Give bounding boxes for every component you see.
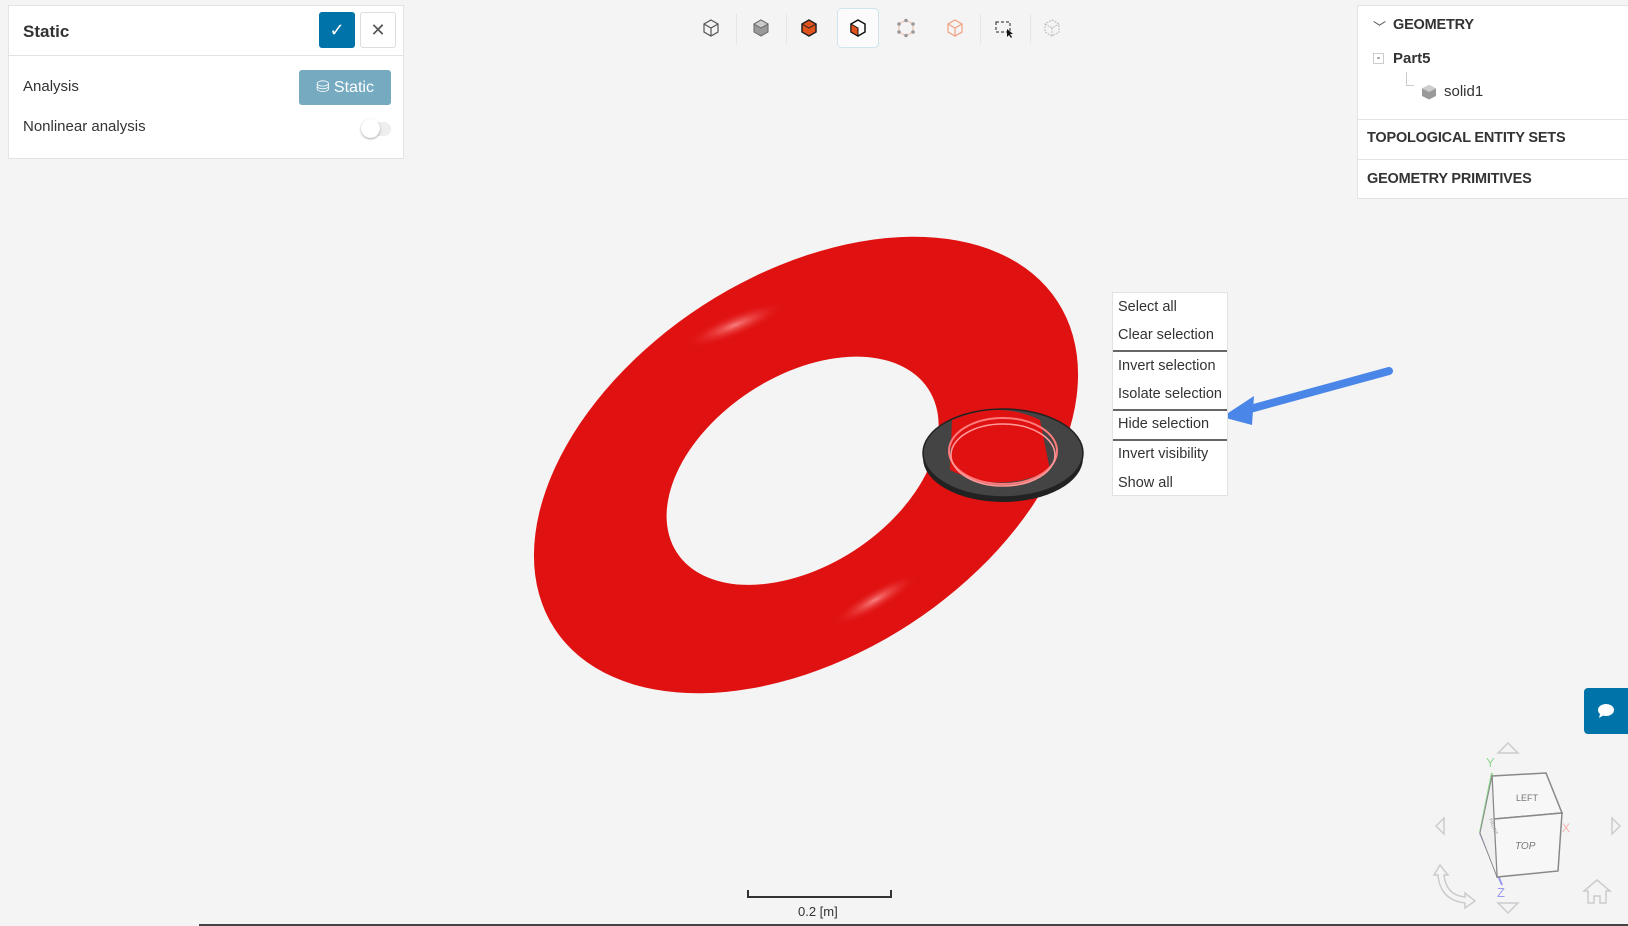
scale-bar-label: 0.2 [m] <box>798 904 838 919</box>
box-select-icon[interactable] <box>983 8 1025 48</box>
cube-hidden-icon[interactable] <box>1031 8 1073 48</box>
nonlinear-toggle[interactable] <box>361 119 391 138</box>
menu-item-show-all[interactable]: Show all <box>1118 475 1173 491</box>
menu-item-invert-selection[interactable]: Invert selection <box>1118 358 1216 374</box>
panel-title: Static <box>23 22 70 41</box>
collapse-toggle[interactable]: - <box>1373 53 1384 64</box>
geometry-title: GEOMETRY <box>1393 17 1474 33</box>
axis-y-label: Y <box>1486 755 1495 770</box>
topological-entity-sets-section[interactable]: TOPOLOGICAL ENTITY SETS <box>1367 130 1566 146</box>
analysis-label: Analysis <box>23 78 79 95</box>
cube-top-label: TOP <box>1515 841 1536 852</box>
check-icon: ✓ <box>329 20 345 40</box>
rotate-down-icon[interactable] <box>1496 902 1520 915</box>
cube-solid-gray-icon[interactable] <box>740 8 782 48</box>
menu-item-hide-selection[interactable]: Hide selection <box>1118 416 1209 432</box>
analysis-panel: Static ✓ ✕ Analysis ⛁ Static Nonlinear a… <box>8 5 404 159</box>
analysis-type-button[interactable]: ⛁ Static <box>299 70 391 105</box>
menu-item-isolate-selection[interactable]: Isolate selection <box>1118 386 1222 402</box>
confirm-button[interactable]: ✓ <box>319 12 355 48</box>
solid-cube-icon <box>1422 85 1436 100</box>
chat-bubble-icon <box>1598 704 1614 718</box>
navigation-cube[interactable]: Y X Z LEFT TOP FRONT <box>1430 735 1628 926</box>
menu-item-invert-visibility[interactable]: Invert visibility <box>1118 446 1208 462</box>
cube-vertices-icon[interactable] <box>885 8 927 48</box>
close-button[interactable]: ✕ <box>360 12 396 48</box>
rotate-up-icon[interactable] <box>1496 741 1520 754</box>
cube-left-label: LEFT <box>1516 793 1539 803</box>
selected-face-disk[interactable] <box>922 408 1084 502</box>
chat-button[interactable] <box>1584 688 1628 734</box>
axis-z-label: Z <box>1497 885 1505 900</box>
rotate-left-icon[interactable] <box>1434 816 1445 836</box>
annotation-arrow <box>1222 367 1393 425</box>
rotate-right-icon[interactable] <box>1611 816 1622 836</box>
geometry-tree-panel: ﹀ GEOMETRY - Part5 solid1 TOPOLOGICAL EN… <box>1357 5 1628 199</box>
panel-header: Static ✓ ✕ <box>9 6 403 56</box>
cube-outline-icon[interactable] <box>690 8 732 48</box>
close-icon: ✕ <box>370 20 386 40</box>
chevron-down-icon: ﹀ <box>1373 20 1387 35</box>
menu-item-select-all[interactable]: Select all <box>1118 299 1177 315</box>
cube-orange-face-icon[interactable] <box>837 8 879 48</box>
geometry-primitives-section[interactable]: GEOMETRY PRIMITIVES <box>1367 171 1532 187</box>
nonlinear-label: Nonlinear analysis <box>23 118 146 135</box>
scale-bar <box>747 890 892 898</box>
cube-edges-icon[interactable] <box>934 8 976 48</box>
cube-orange-solid-icon[interactable] <box>788 8 830 48</box>
context-menu: Select all Clear selection Invert select… <box>1112 292 1228 496</box>
axis-x-label: X <box>1562 821 1570 835</box>
cubes-icon: ⛁ <box>316 79 330 96</box>
menu-item-clear-selection[interactable]: Clear selection <box>1118 327 1214 343</box>
part-label: Part5 <box>1393 50 1431 67</box>
solid-label: solid1 <box>1444 83 1484 100</box>
rotate-around-icon[interactable] <box>1432 863 1477 910</box>
analysis-type-value: Static <box>333 79 374 96</box>
home-icon[interactable] <box>1581 879 1613 904</box>
